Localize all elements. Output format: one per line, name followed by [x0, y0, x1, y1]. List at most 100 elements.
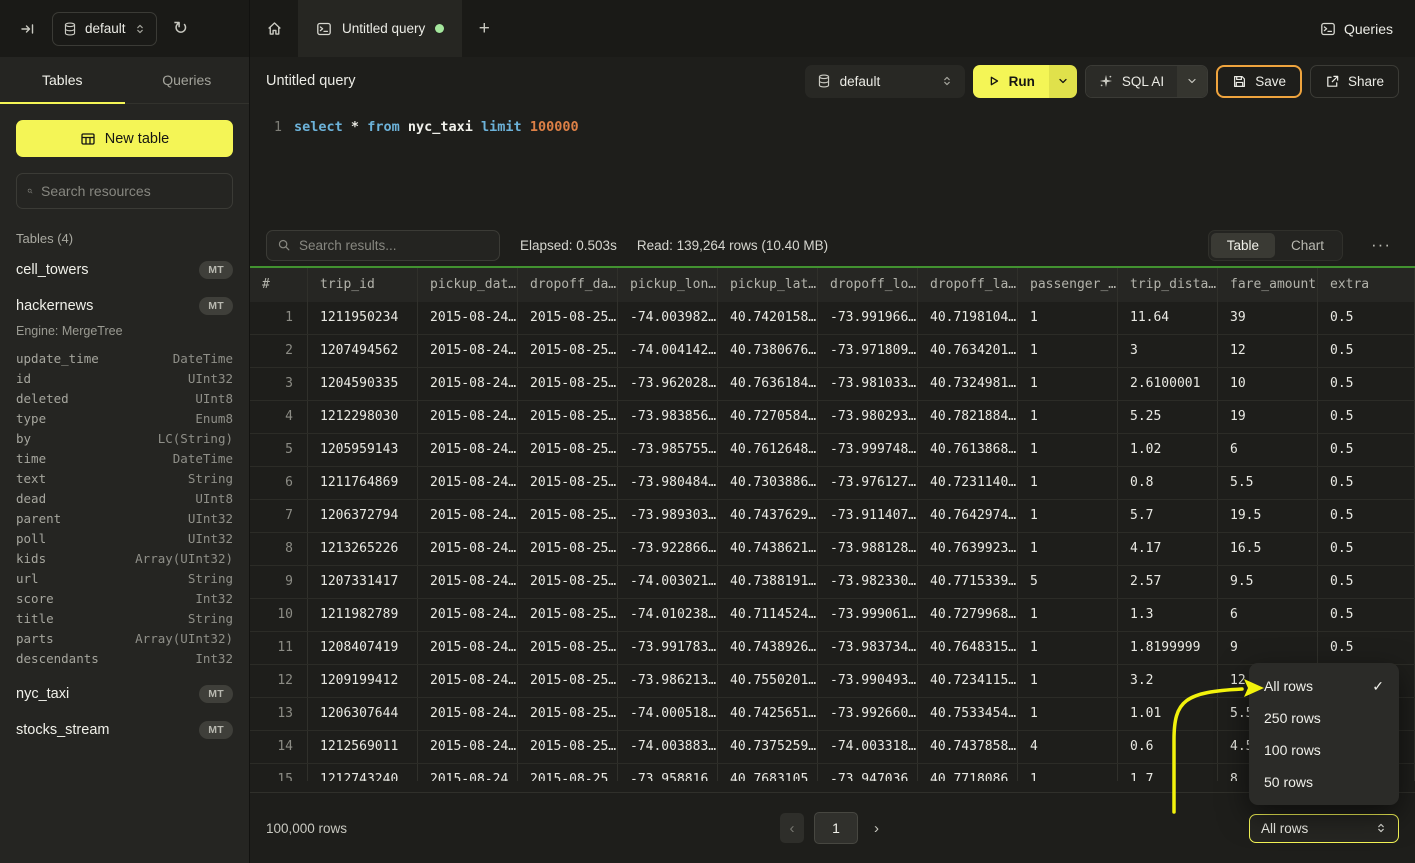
cell-dropoff-longitude[interactable]: -73.983734… — [818, 632, 918, 664]
column-header[interactable]: extra — [1318, 268, 1415, 302]
cell-extra[interactable]: 0.5 — [1318, 500, 1415, 532]
query-database-selector[interactable]: default — [805, 65, 965, 98]
cell-dropoff-latitude[interactable]: 40.7648315… — [918, 632, 1018, 664]
view-toggle-chart[interactable]: Chart — [1275, 233, 1340, 258]
cell-dropoff-date[interactable]: 2015-08-25… — [518, 335, 618, 367]
cell-pickup-longitude[interactable]: -73.989303… — [618, 500, 718, 532]
cell-pickup-date[interactable]: 2015-08-24… — [418, 632, 518, 664]
cell-dropoff-latitude[interactable]: 40.7234115… — [918, 665, 1018, 697]
cell-fare-amount[interactable]: 10 — [1218, 368, 1318, 400]
page-size-option[interactable]: All rows ✓ — [1249, 670, 1399, 702]
resource-search-input[interactable] — [41, 183, 222, 199]
cell-dropoff-date[interactable]: 2015-08-25… — [518, 302, 618, 334]
cell-dropoff-date[interactable]: 2015-08-25… — [518, 599, 618, 631]
cell-dropoff-longitude[interactable]: -73.991966… — [818, 302, 918, 334]
cell-pickup-date[interactable]: 2015-08-24… — [418, 302, 518, 334]
cell-dropoff-date[interactable]: 2015-08-25… — [518, 401, 618, 433]
cell-pickup-latitude[interactable]: 40.7420158… — [718, 302, 818, 334]
sql-ai-options-button[interactable] — [1177, 66, 1207, 97]
cell-passenger-count[interactable]: 1 — [1018, 599, 1118, 631]
cell-trip-id[interactable]: 1211982789 — [308, 599, 418, 631]
cell-passenger-count[interactable]: 1 — [1018, 335, 1118, 367]
collapse-sidebar-icon[interactable] — [14, 15, 42, 43]
cell-trip-id[interactable]: 1205959143 — [308, 434, 418, 466]
cell-pickup-longitude[interactable]: -74.003982… — [618, 302, 718, 334]
cell-trip-distance[interactable]: 0.6 — [1118, 731, 1218, 763]
cell-trip-distance[interactable]: 4.17 — [1118, 533, 1218, 565]
cell-fare-amount[interactable]: 39 — [1218, 302, 1318, 334]
column-header[interactable]: # — [250, 268, 308, 302]
cell-dropoff-latitude[interactable]: 40.7279968… — [918, 599, 1018, 631]
cell-dropoff-longitude[interactable]: -73.981033… — [818, 368, 918, 400]
cell-trip-distance[interactable]: 1.7 — [1118, 764, 1218, 781]
cell-pickup-longitude[interactable]: -73.986213… — [618, 665, 718, 697]
tab-home[interactable] — [250, 0, 298, 57]
cell-pickup-longitude[interactable]: -73.980484… — [618, 467, 718, 499]
more-options-icon[interactable]: ··· — [1363, 235, 1399, 255]
cell-pickup-longitude[interactable]: -74.000518… — [618, 698, 718, 730]
cell-extra[interactable]: 0.5 — [1318, 632, 1415, 664]
cell-dropoff-longitude[interactable]: -74.003318… — [818, 731, 918, 763]
cell-pickup-latitude[interactable]: 40.7388191… — [718, 566, 818, 598]
cell-trip-distance[interactable]: 1.3 — [1118, 599, 1218, 631]
cell-pickup-longitude[interactable]: -74.003021… — [618, 566, 718, 598]
column-header[interactable]: dropoff_da… — [518, 268, 618, 302]
previous-page-button[interactable]: ‹ — [780, 813, 804, 843]
cell-pickup-latitude[interactable]: 40.7375259… — [718, 731, 818, 763]
table-row[interactable]: 10 1211982789 2015-08-24… 2015-08-25… -7… — [250, 599, 1415, 632]
table-row[interactable]: 1 1211950234 2015-08-24… 2015-08-25… -74… — [250, 302, 1415, 335]
current-page-button[interactable]: 1 — [814, 812, 858, 844]
cell-trip-id[interactable]: 1206372794 — [308, 500, 418, 532]
sql-editor[interactable]: 1 select * from nyc_taxi limit 100000 — [250, 105, 1415, 224]
cell-extra[interactable]: 0.5 — [1318, 401, 1415, 433]
table-row[interactable]: 4 1212298030 2015-08-24… 2015-08-25… -73… — [250, 401, 1415, 434]
cell-fare-amount[interactable]: 19.5 — [1218, 500, 1318, 532]
cell-pickup-longitude[interactable]: -74.010238… — [618, 599, 718, 631]
cell-trip-id[interactable]: 1211950234 — [308, 302, 418, 334]
cell-dropoff-longitude[interactable]: -73.911407… — [818, 500, 918, 532]
cell-trip-id[interactable]: 1207494562 — [308, 335, 418, 367]
cell-trip-id[interactable]: 1209199412 — [308, 665, 418, 697]
cell-extra[interactable]: 0.5 — [1318, 599, 1415, 631]
cell-dropoff-date[interactable]: 2015-08-25… — [518, 665, 618, 697]
table-row[interactable]: 7 1206372794 2015-08-24… 2015-08-25… -73… — [250, 500, 1415, 533]
cell-fare-amount[interactable]: 5.5 — [1218, 467, 1318, 499]
cell-dropoff-longitude[interactable]: -73.990493… — [818, 665, 918, 697]
sidebar-tab-queries[interactable]: Queries — [125, 57, 250, 103]
cell-pickup-latitude[interactable]: 40.7380676… — [718, 335, 818, 367]
cell-pickup-date[interactable]: 2015-08-24… — [418, 665, 518, 697]
sidebar-table-cell-towers[interactable]: cell_towers MT — [0, 252, 249, 288]
cell-pickup-longitude[interactable]: -74.003883… — [618, 731, 718, 763]
cell-pickup-date[interactable]: 2015-08-24… — [418, 368, 518, 400]
cell-trip-distance[interactable]: 0.8 — [1118, 467, 1218, 499]
cell-dropoff-longitude[interactable]: -73.999748… — [818, 434, 918, 466]
cell-fare-amount[interactable]: 12 — [1218, 335, 1318, 367]
cell-trip-distance[interactable]: 1.8199999 — [1118, 632, 1218, 664]
column-header[interactable]: dropoff_lo… — [818, 268, 918, 302]
cell-passenger-count[interactable]: 1 — [1018, 698, 1118, 730]
new-table-button[interactable]: New table — [16, 120, 233, 157]
cell-pickup-longitude[interactable]: -73.991783… — [618, 632, 718, 664]
cell-extra[interactable]: 0.5 — [1318, 467, 1415, 499]
table-row[interactable]: 3 1204590335 2015-08-24… 2015-08-25… -73… — [250, 368, 1415, 401]
cell-pickup-latitude[interactable]: 40.7303886… — [718, 467, 818, 499]
cell-dropoff-longitude[interactable]: -73.980293… — [818, 401, 918, 433]
cell-trip-id[interactable]: 1206307644 — [308, 698, 418, 730]
cell-extra[interactable]: 0.5 — [1318, 533, 1415, 565]
cell-trip-distance[interactable]: 1.01 — [1118, 698, 1218, 730]
cell-pickup-latitude[interactable]: 40.7438621… — [718, 533, 818, 565]
cell-trip-id[interactable]: 1212298030 — [308, 401, 418, 433]
next-page-button[interactable]: › — [868, 820, 885, 837]
cell-dropoff-date[interactable]: 2015-08-25… — [518, 368, 618, 400]
cell-trip-distance[interactable]: 5.25 — [1118, 401, 1218, 433]
tab-untitled-query[interactable]: Untitled query — [298, 0, 462, 57]
cell-pickup-date[interactable]: 2015-08-24… — [418, 533, 518, 565]
cell-trip-id[interactable]: 1207331417 — [308, 566, 418, 598]
column-header[interactable]: pickup_lat… — [718, 268, 818, 302]
cell-dropoff-latitude[interactable]: 40.7642974… — [918, 500, 1018, 532]
run-button[interactable]: Run — [973, 65, 1049, 98]
cell-dropoff-latitude[interactable]: 40.7437858… — [918, 731, 1018, 763]
cell-passenger-count[interactable]: 1 — [1018, 665, 1118, 697]
cell-passenger-count[interactable]: 1 — [1018, 302, 1118, 334]
cell-dropoff-latitude[interactable]: 40.7324981… — [918, 368, 1018, 400]
